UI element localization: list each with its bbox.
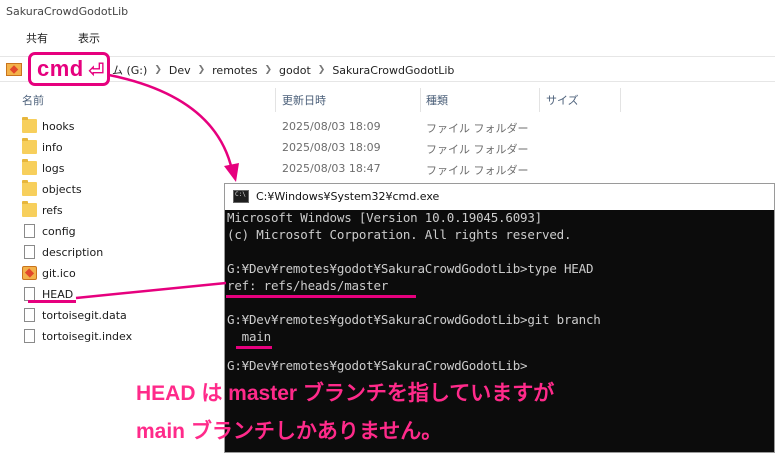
caption-line-2: main ブランチしかありません。 (136, 420, 443, 443)
cmd-app-icon (233, 190, 249, 203)
file-date: 2025/08/03 18:09 (282, 120, 381, 133)
console-line: G:¥Dev¥remotes¥godot¥SakuraCrowdGodotLib… (227, 358, 528, 373)
main-underline (236, 346, 272, 349)
column-size[interactable]: サイズ (546, 92, 579, 108)
file-icon (24, 329, 35, 343)
cmd-title-bar: C:¥Windows¥System32¥cmd.exe (225, 184, 774, 210)
file-type: ファイル フォルダー (426, 143, 529, 156)
file-name: tortoisegit.index (42, 330, 133, 343)
file-icon (24, 245, 35, 259)
file-row-info[interactable]: info 2025/08/03 18:09 ファイル フォルダー (0, 137, 775, 158)
address-bar[interactable]: ム (G:) ❯ Dev ❯ remotes ❯ godot ❯ SakuraC… (0, 56, 775, 82)
file-name: description (42, 246, 104, 259)
console-line: G:¥Dev¥remotes¥godot¥SakuraCrowdGodotLib… (227, 261, 594, 276)
window-title: SakuraCrowdGodotLib (6, 5, 129, 18)
breadcrumb-remotes[interactable]: remotes (212, 64, 257, 77)
cmd-window[interactable]: C:¥Windows¥System32¥cmd.exe Microsoft Wi… (224, 183, 775, 453)
breadcrumb-godot[interactable]: godot (279, 64, 311, 77)
explorer-title-bar: SakuraCrowdGodotLib (0, 0, 775, 26)
column-divider[interactable] (420, 88, 421, 112)
breadcrumb-dev[interactable]: Dev (169, 64, 191, 77)
file-date: 2025/08/03 18:09 (282, 141, 381, 154)
console-line: ref: refs/heads/master (227, 278, 389, 293)
column-divider[interactable] (620, 88, 621, 112)
ribbon: 共有 表示 (0, 28, 775, 48)
column-divider[interactable] (275, 88, 276, 112)
chevron-right-icon: ❯ (197, 65, 206, 75)
head-underline (28, 300, 76, 303)
column-type[interactable]: 種類 (426, 92, 448, 108)
enter-key-icon: ⏎ (88, 58, 105, 82)
breadcrumb: ム (G:) ❯ Dev ❯ remotes ❯ godot ❯ SakuraC… (112, 62, 454, 78)
file-name: hooks (42, 120, 75, 133)
file-name: refs (42, 204, 63, 217)
ribbon-tab-share[interactable]: 共有 (26, 30, 48, 46)
column-divider[interactable] (539, 88, 540, 112)
file-name: info (42, 141, 63, 154)
caption-line-1: HEAD は master ブランチを指していますが (136, 382, 555, 405)
cmd-window-title: C:¥Windows¥System32¥cmd.exe (256, 190, 440, 203)
breadcrumb-repo[interactable]: SakuraCrowdGodotLib (332, 64, 454, 77)
file-row-logs[interactable]: logs 2025/08/03 18:47 ファイル フォルダー (0, 158, 775, 179)
file-icon (24, 224, 35, 238)
file-name: logs (42, 162, 65, 175)
cmd-callout-label: cmd (37, 56, 84, 81)
file-row-hooks[interactable]: hooks 2025/08/03 18:09 ファイル フォルダー (0, 116, 775, 137)
breadcrumb-drive[interactable]: ム (G:) (112, 62, 147, 78)
file-name: config (42, 225, 76, 238)
file-name: tortoisegit.data (42, 309, 127, 322)
console-line: main (227, 329, 272, 344)
console-line: (c) Microsoft Corporation. All rights re… (227, 227, 572, 242)
console-line: G:¥Dev¥remotes¥godot¥SakuraCrowdGodotLib… (227, 312, 601, 327)
folder-icon (22, 159, 37, 175)
file-icon (24, 287, 35, 301)
file-icon (24, 308, 35, 322)
chevron-right-icon: ❯ (317, 65, 326, 75)
ref-underline (226, 295, 416, 298)
column-name[interactable]: 名前 (22, 92, 44, 108)
column-date[interactable]: 更新日時 (282, 92, 326, 108)
file-date: 2025/08/03 18:47 (282, 162, 381, 175)
column-header-row: 名前 更新日時 種類 サイズ (0, 88, 775, 112)
folder-icon (22, 117, 37, 133)
console-line: Microsoft Windows [Version 10.0.19045.60… (227, 210, 543, 225)
folder-icon (22, 138, 37, 154)
folder-icon (22, 201, 37, 217)
repo-folder-icon (6, 63, 22, 76)
folder-icon (22, 180, 37, 196)
file-name: git.ico (42, 267, 76, 280)
file-type: ファイル フォルダー (426, 122, 529, 135)
cmd-callout: cmd ⏎ (28, 52, 110, 86)
file-type: ファイル フォルダー (426, 164, 529, 177)
ribbon-tab-view[interactable]: 表示 (78, 30, 100, 46)
ico-file-icon (22, 266, 37, 280)
chevron-right-icon: ❯ (264, 65, 273, 75)
file-name: objects (42, 183, 82, 196)
chevron-right-icon: ❯ (154, 65, 162, 75)
